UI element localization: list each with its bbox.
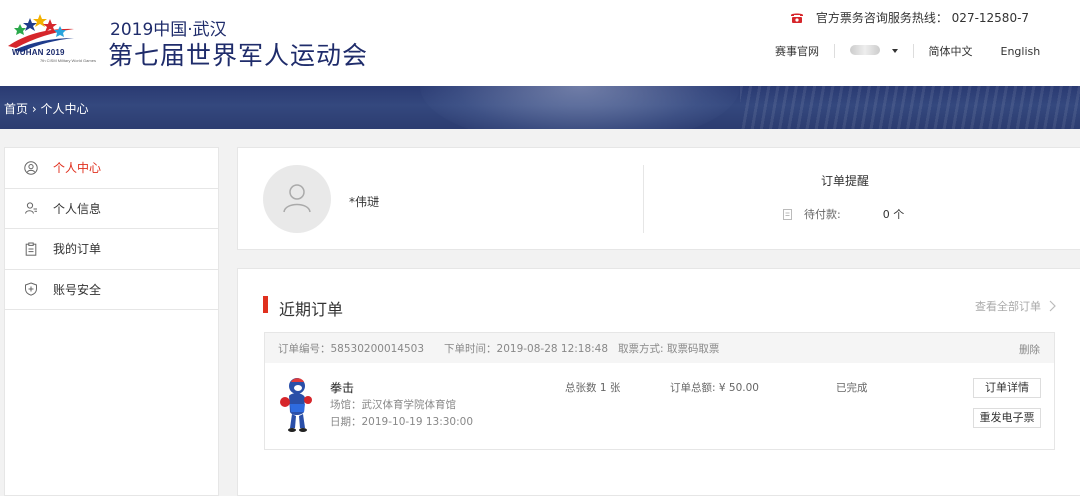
- pending-count: 0 个: [882, 208, 905, 221]
- site-header: WUHAN 2019 7th CISM Military World Games…: [0, 0, 1080, 86]
- sidebar-item-label: 账号安全: [53, 282, 102, 297]
- document-icon: [783, 208, 792, 220]
- event-date: 日期：2019-10-19 13:30:00: [330, 416, 474, 428]
- order-item: 订单编号：58530200014503 下单时间：2019-08-28 12:1…: [264, 332, 1055, 450]
- user-circle-icon: [24, 161, 38, 175]
- section-accent-bar: [263, 296, 268, 313]
- logo-emblem-icon: [8, 14, 74, 52]
- banner-stadium-decoration: [420, 86, 740, 129]
- view-all-label: 查看全部订单: [975, 300, 1041, 313]
- vertical-divider: [643, 165, 644, 233]
- breadcrumb-separator: ›: [28, 102, 41, 116]
- order-status: 已完成: [836, 382, 868, 394]
- nav-divider: [912, 44, 914, 58]
- hotline: 官方票务咨询服务热线： 027-12580-7: [790, 9, 1029, 26]
- event-venue: 场馆：武汉体育学院体育馆: [330, 399, 456, 411]
- order-total: 订单总额: ¥ 50.00: [670, 382, 759, 394]
- nav-lang-en[interactable]: English: [1001, 45, 1041, 58]
- recent-orders-card: 近期订单 查看全部订单 订单编号：58530200014503 下单时间：201…: [237, 268, 1080, 496]
- mascot-boxing-icon: [280, 378, 312, 432]
- sidebar-item-label: 个人信息: [53, 201, 102, 216]
- ticket-quantity: 总张数 1 张: [565, 382, 621, 394]
- sidebar-item-personal-info[interactable]: 个人信息: [5, 189, 218, 229]
- order-detail-button[interactable]: 订单详情: [973, 378, 1041, 398]
- sidebar-item-my-orders[interactable]: 我的订单: [5, 229, 218, 270]
- sidebar-item-personal-center[interactable]: 个人中心: [5, 148, 218, 189]
- user-name-blurred: [850, 44, 880, 55]
- pending-payment[interactable]: 待付款: 0 个: [783, 206, 904, 222]
- resend-eticket-button[interactable]: 重发电子票: [973, 408, 1041, 428]
- banner-seats-decoration: [740, 86, 1080, 129]
- order-reminder-title: 订单提醒: [821, 174, 870, 188]
- user-name: *伟琎: [349, 195, 380, 209]
- sidebar-item-label: 我的订单: [53, 242, 102, 257]
- chevron-down-icon: [891, 48, 898, 53]
- profile-card: *伟琎 订单提醒 待付款: 0 个: [237, 147, 1080, 250]
- hotline-number: 027-12580-7: [951, 11, 1030, 25]
- nav-official-site[interactable]: 赛事官网: [775, 43, 819, 59]
- user-placeholder-icon: [283, 184, 311, 213]
- user-info-icon: [25, 202, 37, 214]
- pending-label: 待付款:: [804, 208, 841, 221]
- sidebar-item-account-security[interactable]: 账号安全: [5, 270, 218, 310]
- top-nav: 赛事官网 简体中文 English: [775, 43, 1040, 59]
- nav-lang-cn[interactable]: 简体中文: [929, 43, 973, 59]
- order-time: 下单时间：2019-08-28 12:18:48: [444, 342, 609, 355]
- event-name: 拳击: [330, 381, 355, 395]
- breadcrumb: 首页 › 个人中心: [4, 100, 88, 117]
- order-header: 订单编号：58530200014503 下单时间：2019-08-28 12:1…: [265, 333, 1054, 363]
- delete-order-button[interactable]: 删除: [1019, 342, 1040, 357]
- page-banner: 首页 › 个人中心: [0, 86, 1080, 129]
- site-title-line2: 第七届世界军人运动会: [108, 41, 369, 70]
- clipboard-icon: [25, 242, 37, 256]
- order-number: 订单编号：58530200014503: [278, 342, 425, 355]
- nav-divider: [834, 44, 835, 58]
- sidebar: 个人中心 个人信息 我的订单 账号安全: [4, 147, 219, 496]
- chevron-right-icon: [1049, 300, 1056, 312]
- pickup-method: 取票方式: 取票码取票: [618, 342, 720, 355]
- user-menu[interactable]: [850, 44, 898, 58]
- hotline-label: 官方票务咨询服务热线：: [815, 11, 948, 25]
- breadcrumb-home[interactable]: 首页: [4, 102, 28, 116]
- section-title: 近期订单: [279, 300, 344, 319]
- avatar[interactable]: [263, 165, 331, 233]
- sidebar-item-label: 个人中心: [53, 161, 102, 176]
- games-logo[interactable]: WUHAN 2019 7th CISM Military World Games: [4, 12, 96, 68]
- logo-subtitle: 7th CISM Military World Games: [40, 58, 96, 63]
- phone-icon: [791, 13, 803, 23]
- logo-wordmark: WUHAN 2019: [12, 48, 65, 57]
- shield-icon: [25, 282, 37, 296]
- breadcrumb-current: 个人中心: [40, 102, 89, 116]
- view-all-orders-link[interactable]: 查看全部订单: [975, 298, 1056, 314]
